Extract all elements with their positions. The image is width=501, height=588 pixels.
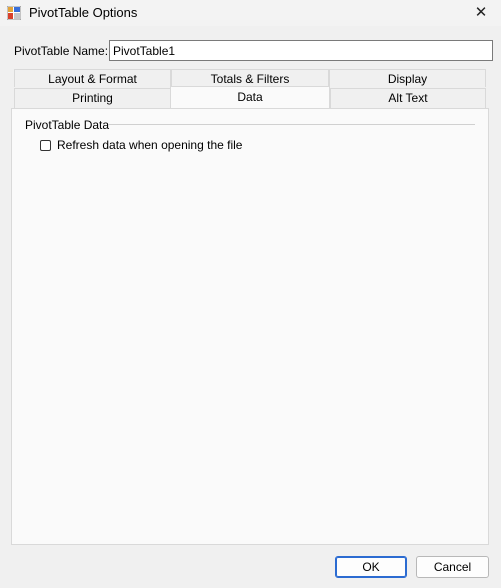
refresh-on-open-option[interactable]: Refresh data when opening the file (40, 138, 242, 152)
refresh-on-open-label: Refresh data when opening the file (57, 138, 243, 152)
tab-label: Alt Text (388, 91, 428, 105)
group-title-pivottable-data: PivotTable Data (25, 118, 110, 132)
tab-alt-text[interactable]: Alt Text (330, 88, 486, 108)
tab-label: Display (387, 72, 428, 86)
tab-totals-filters[interactable]: Totals & Filters (171, 69, 329, 87)
tab-layout-format[interactable]: Layout & Format (14, 69, 171, 87)
tab-data[interactable]: Data (170, 86, 330, 108)
close-icon: ✕ (474, 4, 488, 21)
window-title: PivotTable Options (29, 5, 138, 20)
tab-label: Printing (72, 91, 113, 105)
tab-label: Layout & Format (48, 72, 137, 86)
close-button[interactable]: ✕ (461, 0, 501, 26)
refresh-on-open-checkbox[interactable] (40, 139, 51, 151)
pivottable-icon (7, 6, 21, 20)
ok-button[interactable]: OK (335, 556, 407, 578)
tab-display[interactable]: Display (329, 69, 486, 87)
title-bar: PivotTable Options ✕ (0, 0, 501, 26)
tab-printing[interactable]: Printing (14, 88, 171, 108)
pivottable-name-input[interactable] (109, 40, 493, 61)
tab-panel-data: PivotTable Data Refresh data when openin… (11, 108, 489, 545)
group-divider (108, 124, 475, 125)
cancel-button[interactable]: Cancel (416, 556, 489, 578)
pivottable-name-label: PivotTable Name: (14, 44, 109, 58)
tab-label: Totals & Filters (210, 72, 290, 86)
tab-label: Data (237, 90, 263, 104)
